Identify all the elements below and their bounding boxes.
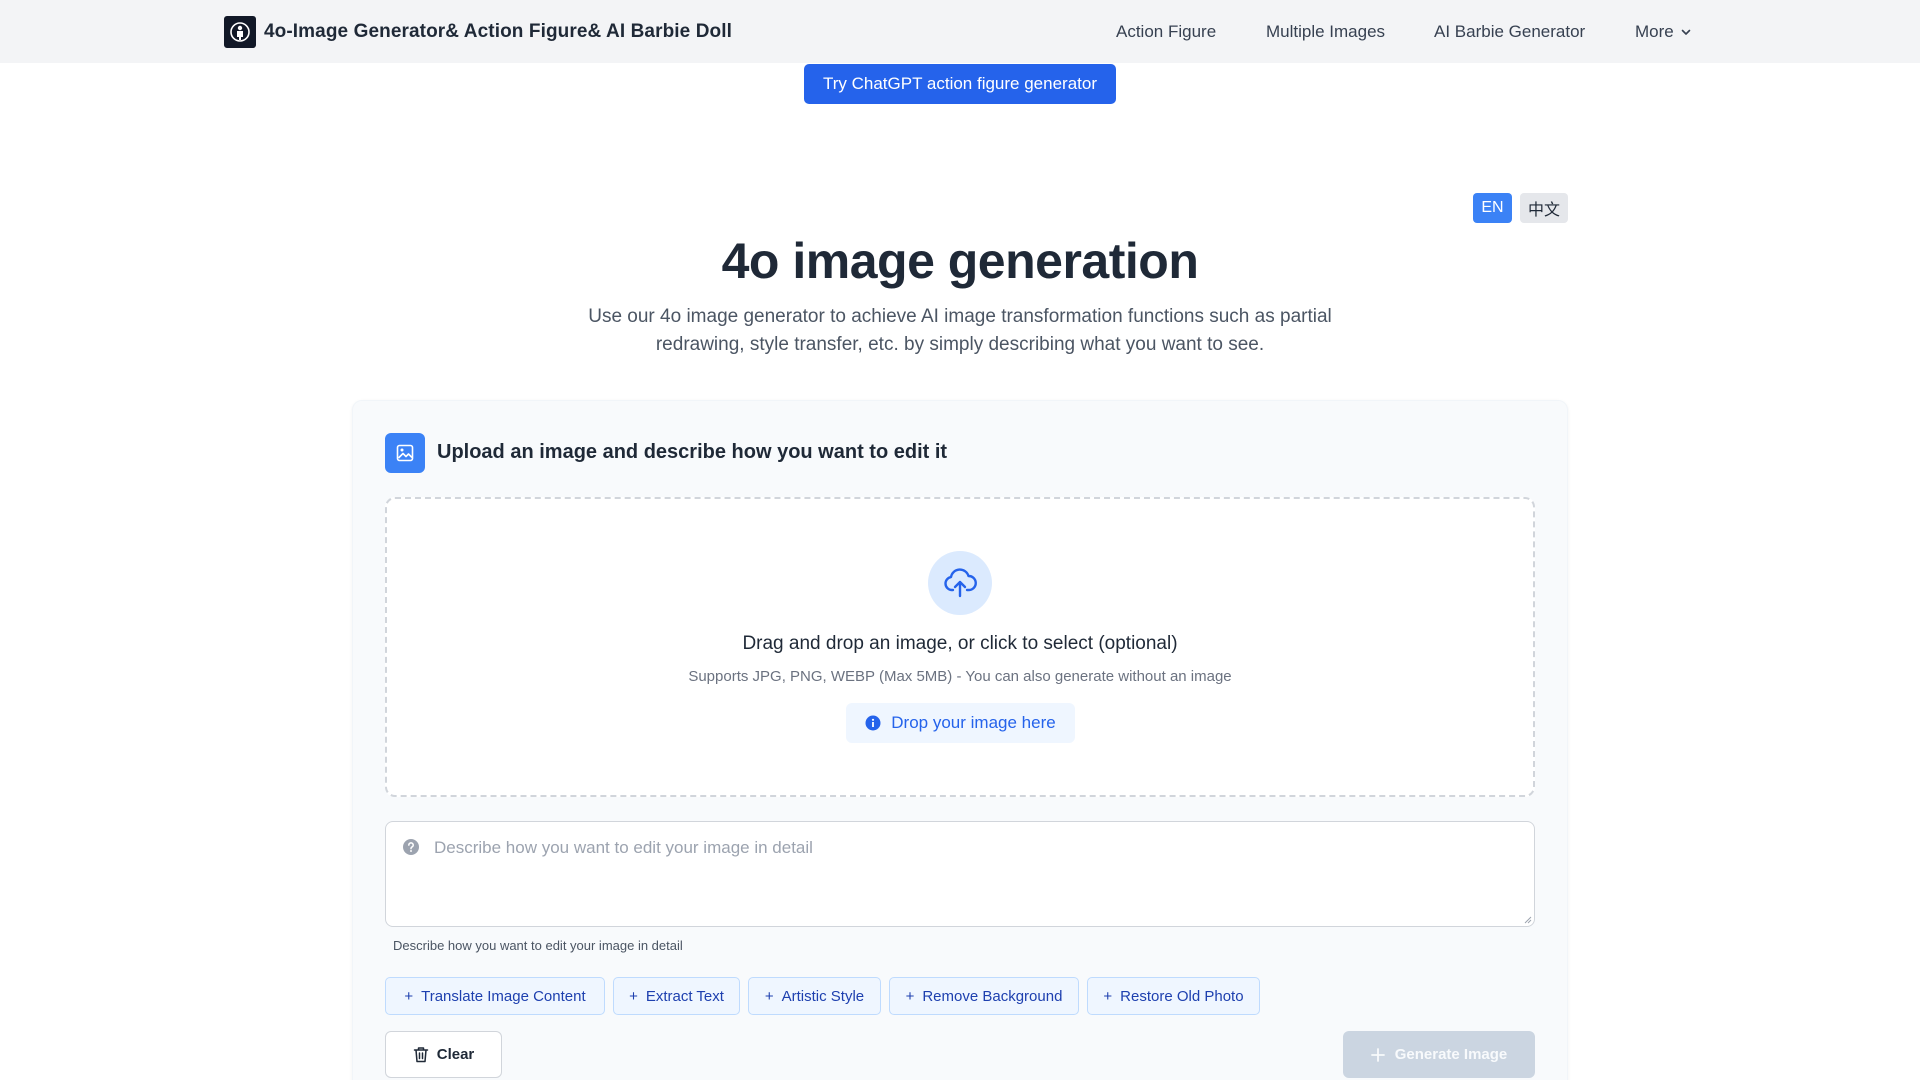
chip-restore-old-photo[interactable]: + Restore Old Photo bbox=[1087, 977, 1260, 1015]
dropzone-subtitle: Supports JPG, PNG, WEBP (Max 5MB) - You … bbox=[688, 668, 1232, 685]
chip-label: Artistic Style bbox=[781, 987, 865, 1005]
nav-action-figure[interactable]: Action Figure bbox=[1116, 20, 1216, 44]
dropzone-title: Drag and drop an image, or click to sele… bbox=[742, 633, 1178, 654]
chevron-down-icon bbox=[1681, 29, 1691, 35]
plus-icon: + bbox=[404, 987, 414, 1005]
plus-icon: + bbox=[1103, 987, 1113, 1005]
nav-ai-barbie-generator[interactable]: AI Barbie Generator bbox=[1434, 20, 1585, 44]
nav-more-label: More bbox=[1635, 22, 1674, 41]
chip-extract-text[interactable]: + Extract Text bbox=[613, 977, 740, 1015]
chip-label: Extract Text bbox=[645, 987, 724, 1005]
info-icon bbox=[865, 715, 881, 731]
brand-link[interactable]: 4o-Image Generator& Action Figure& AI Ba… bbox=[224, 16, 732, 48]
page-subtitle: Use our 4o image generator to achieve AI… bbox=[588, 306, 1332, 355]
plus-icon: + bbox=[905, 987, 915, 1005]
lang-en-button[interactable]: EN bbox=[1473, 193, 1512, 223]
nav-more-dropdown[interactable]: More bbox=[1635, 20, 1692, 44]
clear-button[interactable]: Clear bbox=[385, 1031, 502, 1078]
card-title: Upload an image and describe how you wan… bbox=[437, 441, 948, 463]
top-navbar: 4o-Image Generator& Action Figure& AI Ba… bbox=[0, 0, 1920, 63]
question-icon bbox=[403, 839, 419, 855]
clear-button-label: Clear bbox=[436, 1046, 475, 1063]
chip-label: Restore Old Photo bbox=[1120, 987, 1244, 1005]
page-title: 4o image generation bbox=[721, 233, 1199, 289]
nav-multiple-images[interactable]: Multiple Images bbox=[1266, 20, 1385, 44]
image-icon bbox=[385, 433, 425, 473]
chip-label: Translate Image Content bbox=[421, 987, 586, 1005]
figure-logo-icon bbox=[224, 16, 256, 48]
chip-translate-image-content[interactable]: + Translate Image Content bbox=[385, 977, 605, 1015]
chip-remove-background[interactable]: + Remove Background bbox=[889, 977, 1079, 1015]
lang-zh-button[interactable]: 中文 bbox=[1520, 193, 1568, 223]
cloud-upload-icon bbox=[928, 551, 992, 615]
plus-icon bbox=[1370, 1047, 1385, 1062]
trash-icon bbox=[413, 1047, 428, 1063]
plus-icon: + bbox=[629, 987, 638, 1005]
try-action-figure-button[interactable]: Try ChatGPT action figure generator bbox=[804, 64, 1116, 104]
prompt-hint: Describe how you want to edit your image… bbox=[393, 938, 683, 953]
generate-button-label: Generate Image bbox=[1394, 1046, 1508, 1063]
resize-handle-icon[interactable] bbox=[1524, 916, 1532, 924]
generate-image-button[interactable]: Generate Image bbox=[1343, 1031, 1535, 1078]
chip-artistic-style[interactable]: + Artistic Style bbox=[748, 977, 881, 1015]
brand-title: 4o-Image Generator& Action Figure& AI Ba… bbox=[264, 21, 733, 42]
drop-image-hint: Drop your image here bbox=[846, 703, 1075, 743]
plus-icon: + bbox=[764, 987, 774, 1005]
prompt-textarea[interactable] bbox=[434, 838, 1514, 918]
chip-label: Remove Background bbox=[922, 987, 1063, 1005]
drop-image-hint-label: Drop your image here bbox=[891, 713, 1056, 732]
